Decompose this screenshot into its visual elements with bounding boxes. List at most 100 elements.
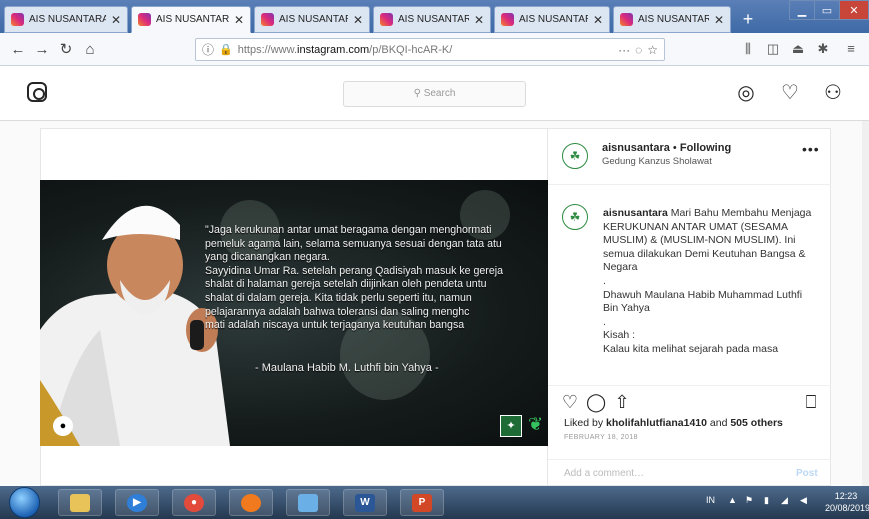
network-signal-icon[interactable]: ◢ bbox=[781, 495, 788, 506]
new-tab-plus-icon[interactable]: + bbox=[733, 8, 763, 30]
battery-icon[interactable]: ▮ bbox=[764, 495, 769, 506]
image-quote-author: - Maulana Habib M. Luthfi bin Yahya - bbox=[255, 362, 439, 374]
chrome-icon: ● bbox=[184, 493, 204, 512]
taskbar-app-firefox[interactable] bbox=[229, 489, 273, 516]
browser-tab[interactable]: AIS NUSANTARA ✕ bbox=[613, 6, 731, 33]
site-info-icon[interactable]: ⓘ bbox=[202, 41, 214, 58]
browser-tab-strip: AIS NUSANTARA ✕ AIS NUSANTARA ✕ AIS NUSA… bbox=[0, 0, 869, 33]
taskbar-app-network[interactable] bbox=[286, 489, 330, 516]
tagged-user-icon[interactable]: ● bbox=[53, 416, 73, 436]
instagram-logo-icon[interactable] bbox=[27, 82, 47, 102]
system-clock[interactable]: 12:23 20/08/2019 bbox=[825, 490, 869, 514]
firefox-icon bbox=[241, 493, 261, 512]
taskbar-app-powerpoint[interactable]: P bbox=[400, 489, 444, 516]
tab-label: AIS NUSANTARA bbox=[29, 14, 106, 25]
post-username[interactable]: aisnusantara bbox=[602, 142, 670, 154]
profile-icon[interactable]: ⚇ bbox=[820, 80, 846, 105]
activity-heart-icon[interactable]: ♡ bbox=[777, 80, 803, 105]
comment-box: Add a comment… Post bbox=[548, 459, 831, 487]
tab-label: AIS NUSANTARA bbox=[638, 14, 709, 25]
word-icon: W bbox=[355, 493, 375, 512]
post-image[interactable]: "Jaga kerukunan antar umat beragama deng… bbox=[40, 180, 548, 446]
browser-tab[interactable]: AIS NUSANTARA ✕ bbox=[4, 6, 128, 33]
explore-compass-icon[interactable]: ◎ bbox=[733, 80, 759, 105]
extension-icon[interactable]: ✱ bbox=[815, 41, 831, 57]
save-bookmark-icon[interactable]: ⎕ bbox=[801, 392, 821, 413]
taskbar-app-word[interactable]: W bbox=[343, 489, 387, 516]
page-actions-icon[interactable]: ··· bbox=[618, 43, 630, 57]
media-player-icon: ▶ bbox=[127, 493, 147, 512]
instagram-favicon-icon bbox=[620, 13, 633, 26]
instagram-favicon-icon bbox=[501, 13, 514, 26]
tab-close-icon[interactable]: ✕ bbox=[234, 13, 244, 27]
more-options-icon[interactable]: ••• bbox=[802, 141, 820, 157]
url-text[interactable]: https://www.instagram.com/p/BKQI-hcAR-K/ bbox=[238, 44, 613, 56]
image-quote-text: "Jaga kerukunan antar umat beragama deng… bbox=[205, 224, 503, 332]
avatar[interactable]: ☘ bbox=[562, 143, 588, 169]
start-button[interactable] bbox=[9, 487, 40, 518]
action-center-flag-icon[interactable]: ⚑ bbox=[745, 495, 753, 506]
tab-label: AIS NUSANTARA bbox=[279, 14, 348, 25]
back-arrow-icon[interactable]: ← bbox=[8, 40, 28, 60]
forward-arrow-icon[interactable]: → bbox=[32, 40, 52, 60]
post-location[interactable]: Gedung Kanzus Sholawat bbox=[602, 156, 712, 167]
language-indicator[interactable]: IN bbox=[706, 495, 715, 505]
likes-user[interactable]: kholifahlutfiana1410 bbox=[606, 417, 707, 429]
library-icon[interactable]: ⫼ bbox=[740, 41, 756, 57]
address-bar[interactable]: ⓘ 🔒 https://www.instagram.com/p/BKQI-hcA… bbox=[195, 38, 665, 61]
maximize-window-icon[interactable]: ▭ bbox=[814, 0, 840, 20]
browser-tab[interactable]: AIS NUSANTARA ✕ bbox=[373, 6, 491, 33]
post-comment-button[interactable]: Post bbox=[796, 468, 818, 479]
powerpoint-icon: P bbox=[412, 493, 432, 512]
tab-close-icon[interactable]: ✕ bbox=[714, 13, 724, 27]
show-hidden-icons-icon[interactable]: ▲ bbox=[728, 495, 737, 505]
post-date[interactable]: FEBRUARY 18, 2018 bbox=[564, 434, 638, 441]
minimize-window-icon[interactable]: ▁ bbox=[789, 0, 815, 20]
taskbar-app-chrome[interactable]: ● bbox=[172, 489, 216, 516]
share-icon[interactable]: ⇧ bbox=[612, 392, 632, 413]
tab-close-icon[interactable]: ✕ bbox=[353, 13, 363, 27]
comment-input[interactable]: Add a comment… bbox=[564, 468, 644, 479]
like-heart-icon[interactable]: ♡ bbox=[560, 392, 580, 413]
volume-icon[interactable]: ◀ bbox=[800, 495, 807, 506]
likes-count[interactable]: 505 others bbox=[730, 417, 783, 429]
organization-logo-icon: ✦ bbox=[500, 415, 522, 437]
lock-icon: 🔒 bbox=[219, 44, 233, 56]
post-actions: ♡ ◯ ⇧ ⎕ bbox=[548, 385, 831, 413]
bookmark-star-icon[interactable]: ☆ bbox=[647, 43, 658, 57]
close-window-icon[interactable]: ✕ bbox=[839, 0, 869, 20]
instagram-favicon-icon bbox=[380, 13, 393, 26]
network-icon bbox=[298, 493, 318, 512]
caption-username[interactable]: aisnusantara bbox=[603, 207, 668, 219]
comment-bubble-icon[interactable]: ◯ bbox=[586, 392, 606, 413]
tab-label: AIS NUSANTARA bbox=[519, 14, 588, 25]
windows-taskbar: ▶ ● W P IN ▲ ⚑ ▮ ◢ ◀ 12:23 20/08/2019 bbox=[0, 486, 869, 519]
search-input[interactable]: ⚲ Search bbox=[343, 81, 526, 107]
tab-close-icon[interactable]: ✕ bbox=[111, 13, 121, 27]
downloads-icon[interactable]: ⏏ bbox=[790, 41, 806, 57]
post-username-line: aisnusantara • Following bbox=[602, 142, 731, 154]
tab-close-icon[interactable]: ✕ bbox=[593, 13, 603, 27]
browser-tab[interactable]: AIS NUSANTARA ✕ bbox=[494, 6, 610, 33]
post-bottom-spacer bbox=[40, 446, 548, 486]
follow-status-button[interactable]: Following bbox=[680, 142, 731, 154]
browser-tab[interactable]: AIS NUSANTARA ✕ bbox=[254, 6, 370, 33]
menu-hamburger-icon[interactable]: ≡ bbox=[843, 41, 859, 56]
page-scrollbar[interactable] bbox=[862, 121, 869, 486]
browser-tab-active[interactable]: AIS NUSANTARA ✕ bbox=[131, 6, 251, 33]
sidebar-icon[interactable]: ◫ bbox=[765, 41, 781, 57]
caption-avatar[interactable]: ☘ bbox=[562, 204, 588, 230]
instagram-favicon-icon bbox=[11, 13, 24, 26]
tab-close-icon[interactable]: ✕ bbox=[474, 13, 484, 27]
post-side-panel: ☘ aisnusantara • Following Gedung Kanzus… bbox=[548, 128, 831, 486]
caption-text: Mari Bahu Membahu Menjaga KERUKUNAN ANTA… bbox=[603, 207, 812, 355]
taskbar-app-media[interactable]: ▶ bbox=[115, 489, 159, 516]
post-header: ☘ aisnusantara • Following Gedung Kanzus… bbox=[548, 129, 831, 185]
pocket-icon[interactable]: ◌ bbox=[635, 43, 642, 57]
search-icon: ⚲ bbox=[413, 88, 424, 99]
taskbar-app-explorer[interactable] bbox=[58, 489, 102, 516]
tab-label: AIS NUSANTARA bbox=[156, 14, 229, 25]
reload-icon[interactable]: ↻ bbox=[56, 40, 76, 60]
post-caption: aisnusantara Mari Bahu Membahu Menjaga K… bbox=[603, 207, 818, 373]
home-icon[interactable]: ⌂ bbox=[80, 40, 100, 60]
